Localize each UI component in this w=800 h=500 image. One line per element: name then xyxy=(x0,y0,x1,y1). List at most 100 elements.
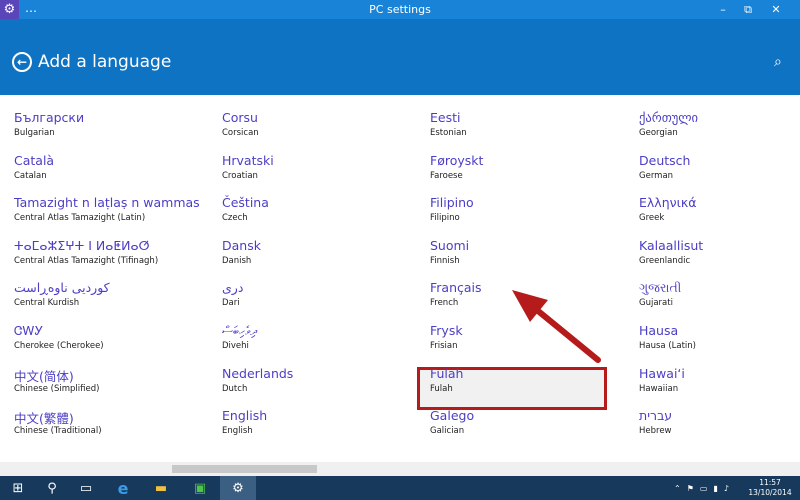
language-item[interactable]: Čeština Czech xyxy=(222,195,412,235)
language-english-name: French xyxy=(430,298,459,309)
language-item[interactable]: ދިވެހިބަސް Divehi xyxy=(222,323,412,363)
language-item[interactable]: ⵜⴰⵎⴰⵣⵉⵖⵜ ⵏ ⵍⴰⵟⵍⴰⵚ Central Atlas Tamazight… xyxy=(14,238,204,278)
language-english-name: Frisian xyxy=(430,341,458,351)
language-item[interactable]: ગુજરાતી Gujarati xyxy=(639,280,800,320)
language-english-name: Gujarati xyxy=(639,298,673,309)
language-english-name: Galician xyxy=(430,426,465,437)
back-button[interactable]: ← xyxy=(12,52,32,72)
file-explorer-icon[interactable]: ▬ xyxy=(143,476,179,500)
language-native-name: Ελληνικά xyxy=(639,195,697,211)
task-view-icon[interactable]: ▭ xyxy=(68,476,104,500)
language-english-name: Dutch xyxy=(222,383,248,394)
language-item[interactable]: Ελληνικά Greek xyxy=(639,195,800,235)
language-english-name: Croatian xyxy=(222,170,258,181)
language-item[interactable]: Català Catalan xyxy=(14,153,204,193)
language-native-name: Føroyskt xyxy=(430,152,484,168)
language-item[interactable]: Suomi Finnish xyxy=(430,238,620,278)
language-native-name: Čeština xyxy=(222,195,269,211)
battery-icon[interactable]: ▭ xyxy=(700,484,708,493)
action-center-flag-icon[interactable]: ⚑ xyxy=(687,484,694,493)
tray-chevron-icon[interactable]: ⌃ xyxy=(674,484,681,493)
volume-icon[interactable]: ♪ xyxy=(724,484,729,493)
language-native-name: دری xyxy=(222,280,244,296)
language-item[interactable]: 中文(简体) Chinese (Simplified) xyxy=(14,366,204,406)
language-native-name: Kalaallisut xyxy=(639,237,704,253)
language-item[interactable]: Galego Galician xyxy=(430,408,620,448)
language-english-name: Chinese (Simplified) xyxy=(14,383,100,394)
language-item[interactable]: English English xyxy=(222,408,412,448)
language-native-name: ދިވެހިބަސް xyxy=(222,323,258,338)
language-english-name: Greenlandic xyxy=(639,255,691,266)
language-native-name: ⵜⴰⵎⴰⵣⵉⵖⵜ ⵏ ⵍⴰⵟⵍⴰⵚ xyxy=(14,237,150,253)
start-button[interactable]: ⊞ xyxy=(0,476,36,500)
network-icon[interactable]: ▮ xyxy=(713,484,717,493)
language-english-name: Greek xyxy=(639,213,665,224)
language-item[interactable]: Filipino Filipino xyxy=(430,195,620,235)
system-tray: ⌃ ⚑ ▭ ▮ ♪ xyxy=(674,476,729,500)
language-item[interactable]: ᏣᎳᎩ Cherokee (Cherokee) xyxy=(14,323,204,363)
language-item[interactable]: Kalaallisut Greenlandic xyxy=(639,238,800,278)
language-english-name: Bulgarian xyxy=(14,128,55,138)
pc-settings-taskbar-icon[interactable]: ⚙ xyxy=(220,476,256,500)
language-english-name: Danish xyxy=(222,255,252,266)
language-item[interactable]: ქართული Georgian xyxy=(639,110,800,150)
language-english-name: Finnish xyxy=(430,255,460,266)
language-item[interactable]: Tamazight n laṭlaṣ n wammas Central Atlas… xyxy=(14,195,204,235)
language-native-name: Français xyxy=(430,280,482,296)
language-native-name: Nederlands xyxy=(222,365,294,381)
language-item[interactable]: Dansk Danish xyxy=(222,238,412,278)
language-item[interactable]: Hrvatski Croatian xyxy=(222,153,412,193)
language-item[interactable]: עברית Hebrew xyxy=(639,408,800,448)
language-english-name: German xyxy=(639,170,674,181)
language-item[interactable]: Corsu Corsican xyxy=(222,110,412,150)
language-native-name: English xyxy=(222,408,268,424)
language-grid: Български Bulgarian Català Catalan Tamazight… xyxy=(0,95,800,462)
language-native-name: 中文(简体) xyxy=(14,368,74,384)
language-item[interactable]: Eesti Estonian xyxy=(430,110,620,150)
language-native-name: ᏣᎳᎩ xyxy=(14,323,44,338)
language-item[interactable]: Deutsch German xyxy=(639,153,800,193)
taskbar: ⊞ ⚲ ▭ e ▬ ▣ ⚙ ⌃ ⚑ ▭ ▮ ♪ 11:57 13/10/2014 xyxy=(0,476,800,500)
language-item[interactable]: Fulah Fulah xyxy=(430,366,620,406)
language-native-name: Hawaiʻi xyxy=(639,365,685,381)
language-native-name: ქართული xyxy=(639,110,699,125)
page-title: Add a language xyxy=(38,52,172,72)
language-item[interactable]: Nederlands Dutch xyxy=(222,366,412,406)
language-native-name: Hrvatski xyxy=(222,152,274,168)
language-native-name: עברית xyxy=(639,408,673,424)
language-english-name: Cherokee (Cherokee) xyxy=(14,341,104,351)
language-native-name: Български xyxy=(14,110,85,125)
language-item[interactable]: Føroyskt Faroese xyxy=(430,153,620,193)
search-icon[interactable]: ⌕ xyxy=(774,54,782,70)
language-item[interactable]: Български Bulgarian xyxy=(14,110,204,150)
language-english-name: Corsican xyxy=(222,128,259,138)
language-native-name: Galego xyxy=(430,408,475,424)
restore-button[interactable]: ⧉ xyxy=(737,0,759,19)
language-english-name: Dari xyxy=(222,298,240,309)
language-item[interactable]: دری Dari xyxy=(222,280,412,320)
clock[interactable]: 11:57 13/10/2014 xyxy=(745,478,795,498)
language-item[interactable]: Hawaiʻi Hawaiian xyxy=(639,366,800,406)
internet-explorer-icon[interactable]: e xyxy=(105,476,141,500)
close-button[interactable]: ✕ xyxy=(765,0,787,19)
language-native-name: 中文(繁體) xyxy=(14,411,74,427)
minimize-button[interactable]: – xyxy=(712,0,734,19)
search-taskbar-icon[interactable]: ⚲ xyxy=(34,476,70,500)
language-english-name: Faroese xyxy=(430,170,463,181)
clock-date: 13/10/2014 xyxy=(748,488,792,497)
language-native-name: Frysk xyxy=(430,323,463,338)
store-icon[interactable]: ▣ xyxy=(182,476,218,500)
language-item[interactable]: Hausa Hausa (Latin) xyxy=(639,323,800,363)
language-native-name: Deutsch xyxy=(639,152,691,168)
language-english-name: Chinese (Traditional) xyxy=(14,426,102,437)
language-item[interactable]: کوردیی ناوەڕاست Central Kurdish xyxy=(14,280,204,320)
scrollbar-thumb[interactable] xyxy=(172,465,317,473)
language-english-name: Catalan xyxy=(14,170,47,181)
language-item[interactable]: 中文(繁體) Chinese (Traditional) xyxy=(14,408,204,448)
language-native-name: Català xyxy=(14,152,55,168)
window-title: PC settings xyxy=(369,3,431,16)
language-native-name: Tamazight n laṭlaṣ n wammas xyxy=(14,195,200,211)
horizontal-scrollbar[interactable] xyxy=(0,462,800,476)
language-native-name: کوردیی ناوەڕاست xyxy=(14,280,110,296)
language-english-name: Estonian xyxy=(430,128,467,138)
